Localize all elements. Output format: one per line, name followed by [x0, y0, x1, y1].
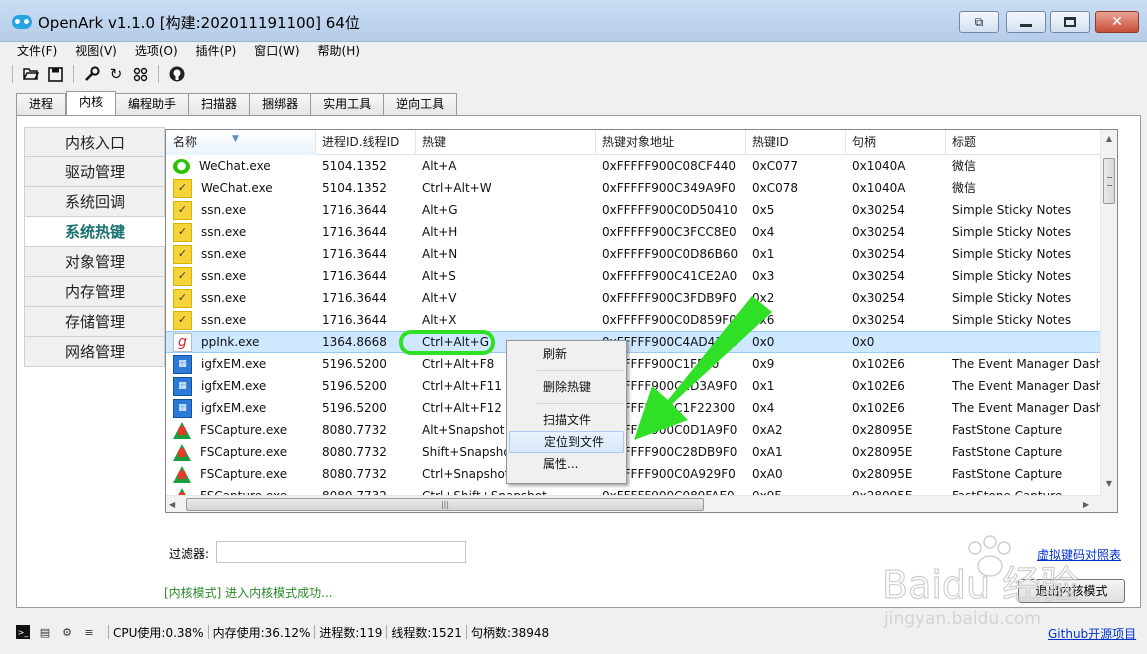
cpu-usage: CPU使用:0.38%: [113, 625, 204, 640]
status-separator: [108, 625, 109, 639]
filter-input[interactable]: [216, 541, 466, 563]
github-project-link[interactable]: Github开源项目: [1048, 625, 1136, 642]
thread-count: 线程数:1521: [391, 625, 462, 640]
log-message: [内核模式] 进入内核模式成功...: [164, 586, 333, 600]
status-bar: >_ ▤ ⚙ ≡ CPU使用:0.38% 内存使用:36.12% 进程数:119…: [0, 620, 1147, 644]
status-separator: [314, 625, 316, 639]
exit-kernel-mode-button[interactable]: 退出内核模式: [1018, 579, 1125, 603]
filter-label: 过滤器:: [169, 547, 210, 561]
stack-icon[interactable]: ≡: [82, 625, 96, 639]
status-separator: [386, 625, 388, 639]
status-separator: [465, 625, 467, 639]
terminal-icon[interactable]: >_: [16, 625, 30, 639]
notepad-icon[interactable]: ▤: [38, 625, 52, 639]
settings-gear-icon[interactable]: ⚙: [60, 625, 74, 639]
process-count: 进程数:119: [319, 625, 383, 640]
virtual-key-table-link[interactable]: 虚拟键码对照表: [1037, 546, 1121, 563]
memory-usage: 内存使用:36.12%: [212, 625, 311, 640]
handle-count: 句柄数:38948: [470, 625, 550, 640]
status-separator: [207, 625, 209, 639]
tab-kernel[interactable]: 内核: [66, 91, 117, 115]
